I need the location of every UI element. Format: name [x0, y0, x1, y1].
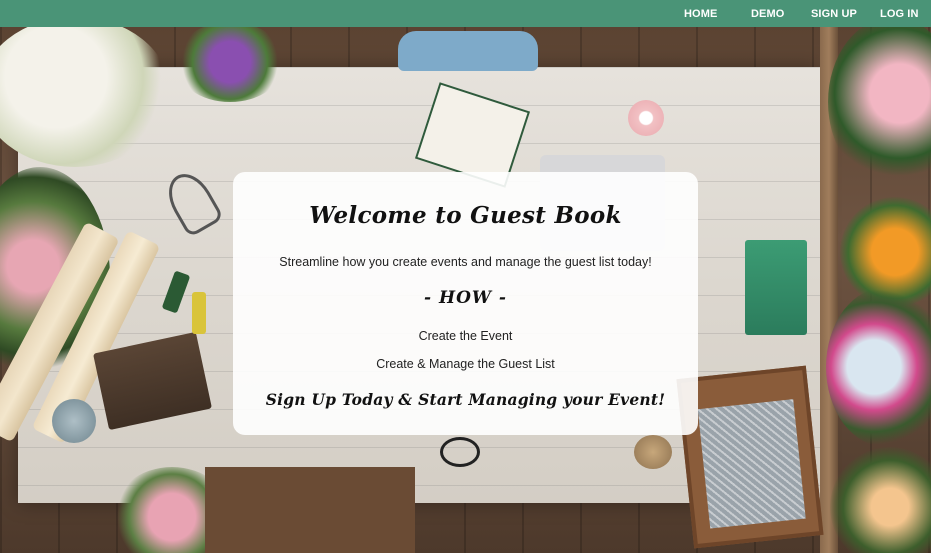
- nav-signup-link[interactable]: SIGN UP: [811, 8, 857, 20]
- wood-crate-bottom: [205, 467, 415, 553]
- signup-call-to-action: Sign Up Today & Start Managing your Even…: [265, 390, 666, 409]
- nav-login-link[interactable]: LOG IN: [880, 8, 919, 20]
- step-manage-guest-list: Create & Manage the Guest List: [376, 357, 555, 371]
- tagline: Streamline how you create events and man…: [279, 255, 652, 269]
- blue-chair: [398, 31, 538, 71]
- ribbon-spool: [628, 100, 664, 136]
- nav-demo-link[interactable]: DEMO: [751, 8, 784, 20]
- thread-spool: [192, 292, 206, 334]
- how-heading: - HOW -: [424, 288, 507, 308]
- scissors-bottom: [440, 437, 480, 467]
- wire-mesh: [697, 399, 806, 529]
- nav-home-link[interactable]: HOME: [684, 8, 717, 20]
- step-create-event: Create the Event: [418, 329, 513, 343]
- green-foam-block: [745, 240, 807, 335]
- page-title: Welcome to Guest Book: [309, 202, 622, 229]
- welcome-card: Welcome to Guest Book Streamline how you…: [233, 172, 698, 435]
- watering-can: [52, 399, 96, 443]
- twine-roll: [634, 435, 672, 469]
- top-navbar: HOME DEMO SIGN UP LOG IN: [0, 0, 931, 27]
- wooden-crate: [676, 365, 824, 549]
